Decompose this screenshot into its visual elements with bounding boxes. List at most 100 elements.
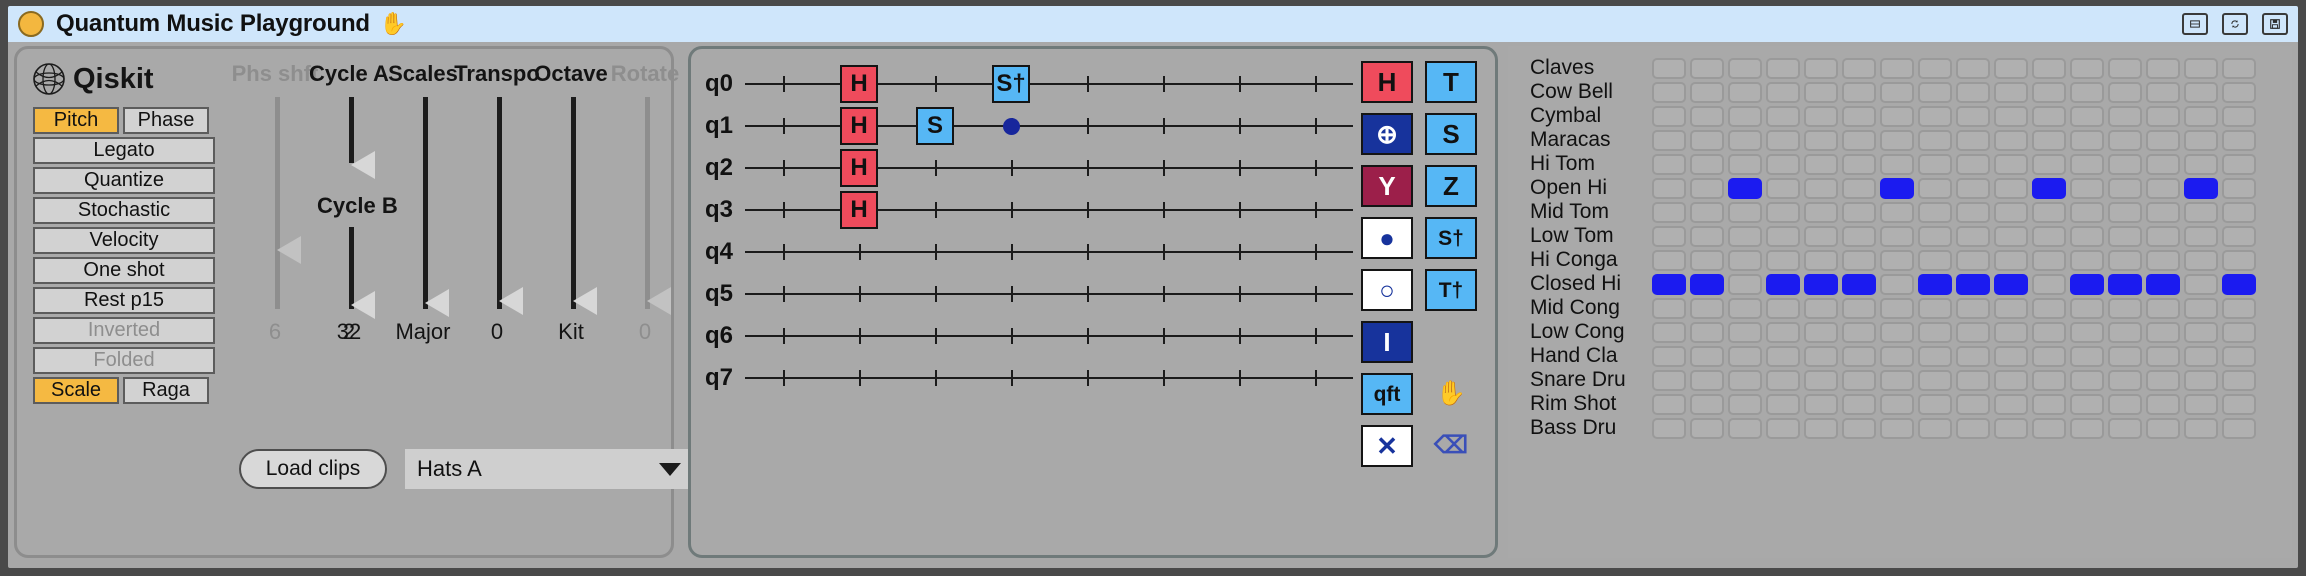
drum-step-cell[interactable] bbox=[2070, 105, 2104, 127]
circuit-gate[interactable]: S† bbox=[992, 65, 1030, 103]
slider-knob[interactable] bbox=[425, 288, 449, 331]
drum-step-cell[interactable] bbox=[2184, 201, 2218, 223]
gate-swap[interactable]: ✕ bbox=[1361, 425, 1413, 467]
inverted-button[interactable]: Inverted bbox=[33, 317, 215, 344]
drum-step-cell[interactable] bbox=[1766, 57, 1800, 79]
drum-step-cell[interactable] bbox=[2222, 321, 2256, 343]
slider-knob[interactable] bbox=[499, 286, 523, 329]
drum-step-cell[interactable] bbox=[2184, 417, 2218, 439]
drum-step-cell[interactable] bbox=[1880, 129, 1914, 151]
slider-knob[interactable] bbox=[573, 286, 597, 329]
drum-step-cell[interactable] bbox=[2146, 393, 2180, 415]
drum-step-cell[interactable] bbox=[1690, 345, 1724, 367]
drum-step-cell[interactable] bbox=[1766, 297, 1800, 319]
drum-step-cell[interactable] bbox=[1842, 57, 1876, 79]
drum-step-cell[interactable] bbox=[2070, 201, 2104, 223]
drum-step-cell[interactable] bbox=[2146, 201, 2180, 223]
slider-knob[interactable] bbox=[647, 286, 671, 329]
drum-step-cell[interactable] bbox=[2222, 369, 2256, 391]
drum-step-cell[interactable] bbox=[1842, 393, 1876, 415]
drum-step-cell[interactable] bbox=[2070, 225, 2104, 247]
drum-step-cell[interactable] bbox=[1804, 273, 1838, 295]
phase-button[interactable]: Phase bbox=[123, 107, 209, 134]
drum-step-cell[interactable] bbox=[1842, 177, 1876, 199]
drum-step-cell[interactable] bbox=[2070, 153, 2104, 175]
drum-step-cell[interactable] bbox=[1652, 297, 1686, 319]
drum-step-cell[interactable] bbox=[1994, 105, 2028, 127]
quantize-button[interactable]: Quantize bbox=[33, 167, 215, 194]
drum-step-cell[interactable] bbox=[1652, 417, 1686, 439]
drum-step-cell[interactable] bbox=[2032, 129, 2066, 151]
drum-step-cell[interactable] bbox=[1766, 153, 1800, 175]
drum-step-cell[interactable] bbox=[1918, 177, 1952, 199]
drum-step-cell[interactable] bbox=[1728, 225, 1762, 247]
drum-step-cell[interactable] bbox=[1728, 201, 1762, 223]
drum-step-cell[interactable] bbox=[2108, 393, 2142, 415]
drum-step-cell[interactable] bbox=[2146, 417, 2180, 439]
drum-step-cell[interactable] bbox=[1918, 129, 1952, 151]
drum-step-cell[interactable] bbox=[2032, 249, 2066, 271]
drum-step-cell[interactable] bbox=[1766, 129, 1800, 151]
drum-step-cell[interactable] bbox=[1690, 129, 1724, 151]
drum-step-cell[interactable] bbox=[2032, 153, 2066, 175]
drum-step-cell[interactable] bbox=[1842, 345, 1876, 367]
drum-step-cell[interactable] bbox=[2108, 225, 2142, 247]
drum-step-cell[interactable] bbox=[1652, 225, 1686, 247]
drum-step-cell[interactable] bbox=[1880, 153, 1914, 175]
drum-step-cell[interactable] bbox=[1728, 129, 1762, 151]
drum-step-cell[interactable] bbox=[1690, 273, 1724, 295]
drum-step-cell[interactable] bbox=[1994, 297, 2028, 319]
drum-step-cell[interactable] bbox=[1690, 81, 1724, 103]
slider-knob[interactable] bbox=[351, 150, 375, 193]
drum-step-cell[interactable] bbox=[1918, 273, 1952, 295]
drum-step-cell[interactable] bbox=[1728, 321, 1762, 343]
drum-step-cell[interactable] bbox=[2108, 345, 2142, 367]
drum-step-cell[interactable] bbox=[2070, 297, 2104, 319]
drum-step-cell[interactable] bbox=[1994, 129, 2028, 151]
drum-step-cell[interactable] bbox=[2146, 105, 2180, 127]
drum-step-cell[interactable] bbox=[1766, 105, 1800, 127]
drum-step-cell[interactable] bbox=[1766, 201, 1800, 223]
slider-knob[interactable] bbox=[351, 290, 375, 333]
drum-step-cell[interactable] bbox=[1652, 105, 1686, 127]
drum-step-cell[interactable] bbox=[2184, 81, 2218, 103]
gate-s[interactable]: S bbox=[1425, 113, 1477, 155]
save-icon[interactable] bbox=[2262, 13, 2288, 35]
drum-step-cell[interactable] bbox=[1766, 321, 1800, 343]
drum-step-cell[interactable] bbox=[1690, 393, 1724, 415]
drum-step-cell[interactable] bbox=[1956, 201, 1990, 223]
gate-cnot[interactable]: ⊕ bbox=[1361, 113, 1413, 155]
gate-control[interactable]: ● bbox=[1361, 217, 1413, 259]
drum-step-cell[interactable] bbox=[2108, 129, 2142, 151]
drum-step-cell[interactable] bbox=[1842, 105, 1876, 127]
drum-step-cell[interactable] bbox=[2222, 417, 2256, 439]
drum-step-cell[interactable] bbox=[1804, 297, 1838, 319]
drum-step-cell[interactable] bbox=[1880, 417, 1914, 439]
drum-step-cell[interactable] bbox=[2032, 417, 2066, 439]
drum-step-cell[interactable] bbox=[2070, 249, 2104, 271]
drum-step-cell[interactable] bbox=[2222, 81, 2256, 103]
reload-icon[interactable] bbox=[2222, 13, 2248, 35]
drum-step-cell[interactable] bbox=[2222, 297, 2256, 319]
drum-step-cell[interactable] bbox=[1652, 153, 1686, 175]
drum-step-cell[interactable] bbox=[1994, 225, 2028, 247]
drum-step-cell[interactable] bbox=[2222, 177, 2256, 199]
drum-step-cell[interactable] bbox=[2184, 393, 2218, 415]
drum-step-cell[interactable] bbox=[1804, 345, 1838, 367]
folded-button[interactable]: Folded bbox=[33, 347, 215, 374]
drum-step-cell[interactable] bbox=[2146, 81, 2180, 103]
drum-step-cell[interactable] bbox=[1766, 81, 1800, 103]
drum-step-cell[interactable] bbox=[1804, 57, 1838, 79]
drum-step-cell[interactable] bbox=[2070, 177, 2104, 199]
drum-step-cell[interactable] bbox=[2070, 345, 2104, 367]
drum-step-cell[interactable] bbox=[2222, 249, 2256, 271]
drum-step-cell[interactable] bbox=[2222, 201, 2256, 223]
drum-step-cell[interactable] bbox=[2184, 297, 2218, 319]
gate-s-dagger[interactable]: S† bbox=[1425, 217, 1477, 259]
pitch-button[interactable]: Pitch bbox=[33, 107, 119, 134]
drum-step-cell[interactable] bbox=[1956, 177, 1990, 199]
drum-step-cell[interactable] bbox=[2184, 273, 2218, 295]
drum-step-cell[interactable] bbox=[2070, 393, 2104, 415]
drum-step-cell[interactable] bbox=[1918, 393, 1952, 415]
drum-step-cell[interactable] bbox=[1804, 249, 1838, 271]
